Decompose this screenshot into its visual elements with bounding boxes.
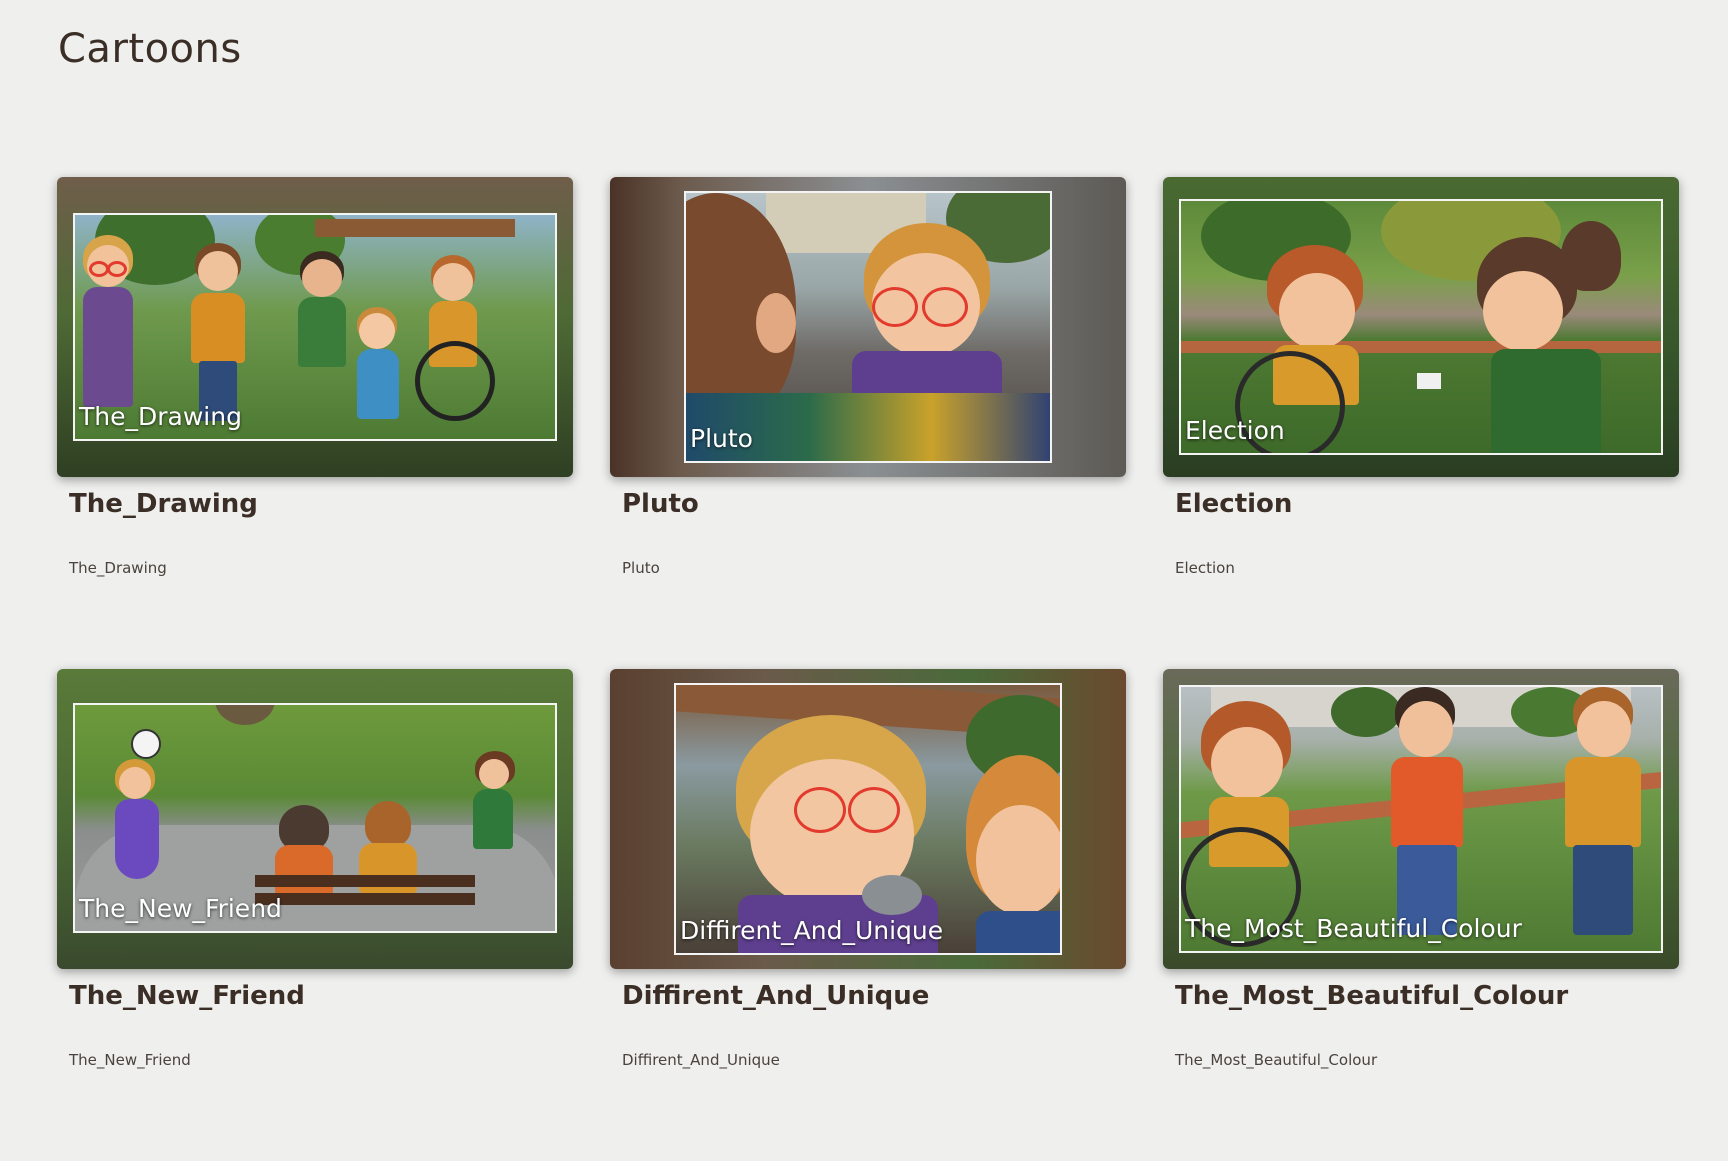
- cartoon-card[interactable]: Diffirent_And_Unique Diffirent_And_Uniqu…: [610, 669, 1126, 1161]
- thumbnail[interactable]: The_New_Friend: [57, 669, 573, 969]
- card-title[interactable]: Pluto: [622, 489, 1126, 519]
- thumbnail[interactable]: Election: [1163, 177, 1679, 477]
- thumbnail[interactable]: The_Drawing: [57, 177, 573, 477]
- thumbnail-overlay-title: Diffirent_And_Unique: [680, 916, 944, 945]
- card-subtitle: Election: [1175, 559, 1235, 577]
- cartoon-card[interactable]: The_Most_Beautiful_Colour The_Most_Beaut…: [1163, 669, 1679, 1161]
- card-title[interactable]: Election: [1175, 489, 1679, 519]
- card-subtitle: The_New_Friend: [69, 1051, 191, 1069]
- card-subtitle: The_Drawing: [69, 559, 167, 577]
- cartoon-card[interactable]: Election Election Election: [1163, 177, 1679, 669]
- card-title[interactable]: The_New_Friend: [69, 981, 573, 1011]
- card-title[interactable]: Diffirent_And_Unique: [622, 981, 1126, 1011]
- thumbnail-overlay-title: Pluto: [690, 424, 753, 453]
- thumbnail[interactable]: Diffirent_And_Unique: [610, 669, 1126, 969]
- card-subtitle: The_Most_Beautiful_Colour: [1175, 1051, 1378, 1069]
- thumbnail-overlay-title: Election: [1185, 416, 1285, 445]
- thumbnail-overlay-title: The_Drawing: [79, 402, 242, 431]
- page-title: Cartoons: [58, 26, 242, 72]
- thumbnail-overlay-title: The_Most_Beautiful_Colour: [1185, 914, 1522, 943]
- thumbnail[interactable]: The_Most_Beautiful_Colour: [1163, 669, 1679, 969]
- card-subtitle: Pluto: [622, 559, 660, 577]
- card-title[interactable]: The_Most_Beautiful_Colour: [1175, 981, 1679, 1011]
- cartoon-grid: The_Drawing The_Drawing The_Drawing Plut…: [57, 177, 1679, 1161]
- cartoon-card[interactable]: The_Drawing The_Drawing The_Drawing: [57, 177, 573, 669]
- cartoon-card[interactable]: The_New_Friend The_New_Friend The_New_Fr…: [57, 669, 573, 1161]
- thumbnail-overlay-title: The_New_Friend: [79, 894, 282, 923]
- card-subtitle: Diffirent_And_Unique: [622, 1051, 780, 1069]
- card-title[interactable]: The_Drawing: [69, 489, 573, 519]
- cartoon-card[interactable]: Pluto Pluto Pluto: [610, 177, 1126, 669]
- thumbnail[interactable]: Pluto: [610, 177, 1126, 477]
